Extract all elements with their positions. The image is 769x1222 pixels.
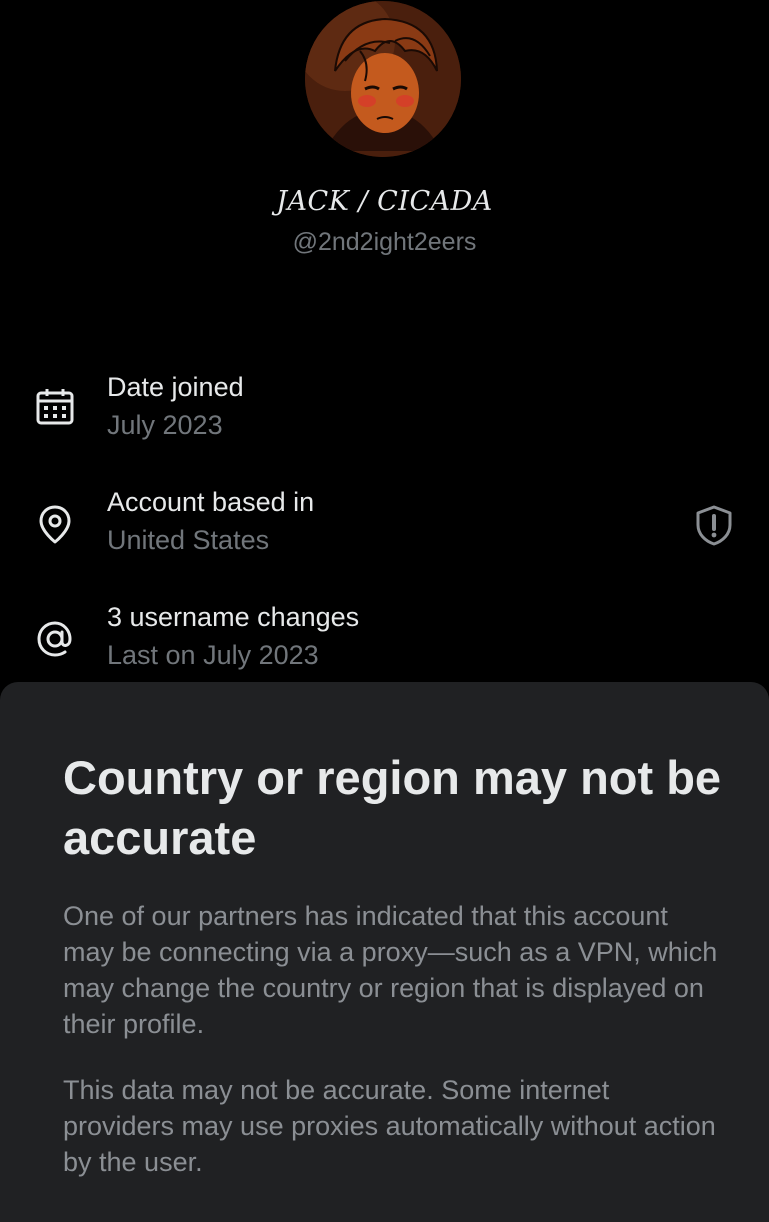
info-value-date-joined: July 2023: [107, 410, 223, 440]
sheet-title: Country or region may not be accurate: [63, 751, 722, 864]
calendar-icon: [36, 389, 74, 425]
at-sign-icon: [37, 621, 72, 657]
info-title-date-joined: Date joined: [107, 372, 244, 402]
sheet-paragraph-proxy: One of our partners has indicated that t…: [63, 901, 718, 1039]
username-handle: @2nd2ight2eers: [292, 228, 477, 256]
display-name: JACK / CICADA: [276, 186, 493, 217]
info-bottom-sheet: Country or region may not be accurate On…: [0, 682, 769, 1222]
info-row-account-based-in: Account based in United States: [0, 487, 769, 567]
info-value-account-based-in: United States: [107, 525, 270, 555]
info-title-username-changes: 3 username changes: [107, 602, 360, 632]
shield-alert-icon[interactable]: [692, 503, 736, 547]
location-pin-icon: [39, 505, 71, 544]
avatar-illustration: [305, 1, 461, 157]
info-row-date-joined: Date joined July 2023: [0, 372, 769, 452]
info-title-account-based-in: Account based in: [107, 487, 315, 517]
info-row-username-changes: 3 username changes Last on July 2023: [0, 602, 769, 682]
info-value-username-changes: Last on July 2023: [107, 640, 319, 670]
profile-avatar[interactable]: [305, 1, 461, 157]
sheet-paragraph-accuracy: This data may not be accurate. Some inte…: [63, 1075, 716, 1177]
